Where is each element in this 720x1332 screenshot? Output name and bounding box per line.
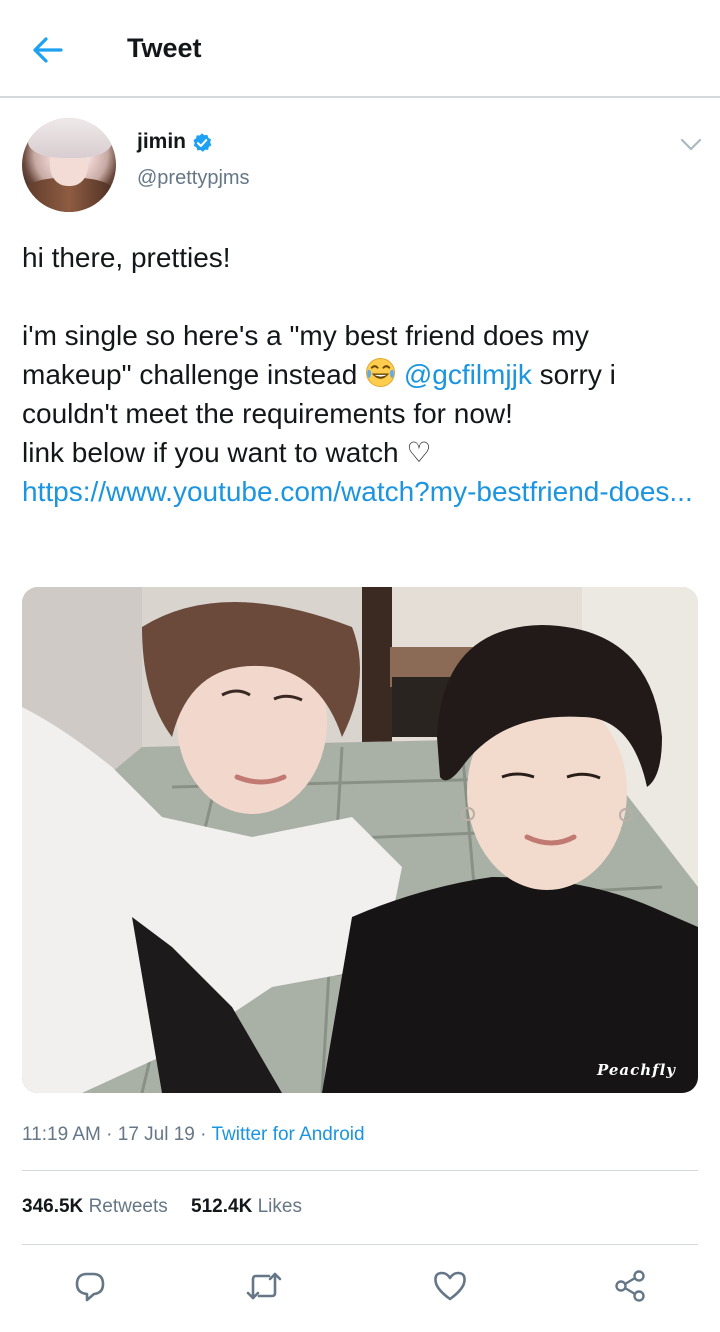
arrow-left-icon [33,37,63,63]
like-button[interactable] [430,1266,470,1306]
verified-badge-icon [193,133,212,152]
face-with-tears-of-joy-icon [366,357,396,388]
tweet-body-line3: link below if you want to watch ♡ [22,437,432,468]
tweet-stats: 346.5K Retweets 512.4K Likes [22,1196,320,1218]
photo-watermark: Peachfly [596,1061,676,1079]
avatar-hair [28,118,112,158]
mention-link[interactable]: @gcfilmjjk [404,359,532,390]
tweet-date: 17 Jul 19 [117,1124,195,1145]
tweet-greeting: hi there, pretties! [22,242,231,273]
author-handle[interactable]: @prettypjms [137,167,250,190]
more-options-button[interactable] [676,132,706,158]
tweet-body: i'm single so here's a "my best friend d… [22,316,702,433]
tweet-photo[interactable]: Peachfly [22,587,698,1093]
photo-illustration [22,587,698,1093]
tweet-actions [0,1258,720,1314]
divider [22,1170,698,1171]
reply-icon [75,1272,105,1302]
avatar[interactable] [22,118,116,212]
share-icon [615,1270,645,1302]
likes-label: Likes [257,1196,302,1217]
retweet-icon [246,1272,282,1300]
likes-count: 512.4K [191,1196,253,1217]
top-bar: Tweet [0,0,720,98]
chevron-down-icon [680,138,702,151]
page-title: Tweet [127,33,202,63]
retweets-stat[interactable]: 346.5K Retweets [22,1196,168,1217]
heart-icon [434,1271,466,1301]
likes-stat[interactable]: 512.4K Likes [191,1196,302,1217]
retweet-button[interactable] [244,1266,284,1306]
tweet-meta: 11:19 AM · 17 Jul 19 · Twitter for Andro… [22,1124,365,1145]
retweets-count: 346.5K [22,1196,84,1217]
reply-button[interactable] [70,1266,110,1306]
retweets-label: Retweets [88,1196,168,1217]
tweet-text: hi there, pretties! i'm single so here's… [22,238,702,511]
back-button[interactable] [28,30,68,70]
youtube-link[interactable]: https://www.youtube.com/watch?my-bestfri… [22,476,693,507]
author-display-name[interactable]: jimin [137,130,186,154]
tweet-time: 11:19 AM [22,1124,101,1145]
share-button[interactable] [610,1266,650,1306]
divider [22,1244,698,1245]
tweet-source-link[interactable]: Twitter for Android [211,1124,364,1145]
